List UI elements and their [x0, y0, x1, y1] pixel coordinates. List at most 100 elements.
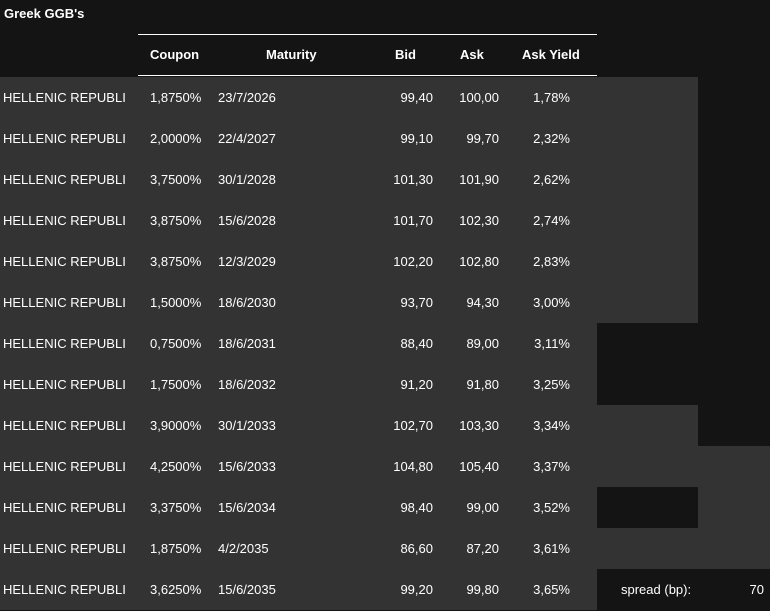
maturity-cell[interactable]: 23/7/2026	[218, 77, 276, 118]
bond-name-cell[interactable]: HELLENIC REPUBLI	[3, 364, 131, 405]
bid-cell[interactable]: 86,60	[400, 528, 433, 569]
bond-name-cell[interactable]: HELLENIC REPUBLI	[3, 282, 131, 323]
table-row: HELLENIC REPUBLI 0,7500% 18/6/2031 88,40 89,…	[0, 323, 770, 364]
ask-cell[interactable]: 99,80	[466, 569, 499, 610]
ask-cell[interactable]: 101,90	[459, 159, 499, 200]
ask-yield-cell[interactable]: 1,78%	[533, 77, 570, 118]
bid-cell[interactable]: 99,10	[400, 118, 433, 159]
ask-yield-cell[interactable]: 3,37%	[533, 446, 570, 487]
bond-name-cell[interactable]: HELLENIC REPUBLI	[3, 528, 131, 569]
ask-yield-cell[interactable]: 3,61%	[533, 528, 570, 569]
bond-name-cell[interactable]: HELLENIC REPUBLI	[3, 487, 131, 528]
header-ask-yield[interactable]: Ask Yield	[522, 47, 580, 62]
bond-name-cell[interactable]: HELLENIC REPUBLI	[3, 200, 131, 241]
coupon-cell[interactable]: 1,5000%	[150, 282, 201, 323]
ask-cell[interactable]: 89,00	[466, 323, 499, 364]
bid-cell[interactable]: 98,40	[400, 487, 433, 528]
coupon-cell[interactable]: 3,8750%	[150, 241, 201, 282]
ask-yield-cell[interactable]: 2,83%	[533, 241, 570, 282]
ask-cell[interactable]: 105,40	[459, 446, 499, 487]
bid-cell[interactable]: 102,70	[393, 405, 433, 446]
cell-fill	[597, 118, 698, 159]
maturity-cell[interactable]: 18/6/2031	[218, 323, 276, 364]
bid-cell[interactable]: 104,80	[393, 446, 433, 487]
bid-cell[interactable]: 99,20	[400, 569, 433, 610]
header-maturity[interactable]: Maturity	[266, 47, 317, 62]
maturity-cell[interactable]: 18/6/2032	[218, 364, 276, 405]
bid-cell[interactable]: 91,20	[400, 364, 433, 405]
maturity-cell[interactable]: 4/2/2035	[218, 528, 269, 569]
bond-name-cell[interactable]: HELLENIC REPUBLI	[3, 569, 131, 610]
coupon-cell[interactable]: 1,8750%	[150, 528, 201, 569]
ask-yield-cell[interactable]: 3,25%	[533, 364, 570, 405]
bid-cell[interactable]: 102,20	[393, 241, 433, 282]
ask-cell[interactable]: 99,00	[466, 487, 499, 528]
cell-fill	[597, 528, 770, 569]
maturity-cell[interactable]: 30/1/2033	[218, 405, 276, 446]
spread-label: spread (bp):	[621, 582, 692, 597]
bond-name-cell[interactable]: HELLENIC REPUBLI	[3, 77, 131, 118]
coupon-cell[interactable]: 2,0000%	[150, 118, 201, 159]
bond-name-cell[interactable]: HELLENIC REPUBLI	[3, 323, 131, 364]
table-row: HELLENIC REPUBLI 3,8750% 12/3/2029 102,20 10…	[0, 241, 770, 282]
ask-yield-cell[interactable]: 2,74%	[533, 200, 570, 241]
bond-name-cell[interactable]: HELLENIC REPUBLI	[3, 241, 131, 282]
header-coupon[interactable]: Coupon	[150, 47, 199, 62]
coupon-cell[interactable]: 3,6250%	[150, 569, 201, 610]
table-row: HELLENIC REPUBLI 3,6250% 15/6/2035 99,20 99,…	[0, 569, 770, 610]
coupon-cell[interactable]: 3,8750%	[150, 200, 201, 241]
maturity-cell[interactable]: 15/6/2028	[218, 200, 276, 241]
bond-name-cell[interactable]: HELLENIC REPUBLI	[3, 159, 131, 200]
ask-cell[interactable]: 99,70	[466, 118, 499, 159]
sheet-title: Greek GGB's	[4, 6, 85, 21]
ask-yield-cell[interactable]: 3,11%	[534, 323, 570, 364]
cell-fill	[597, 200, 698, 241]
table-row: HELLENIC REPUBLI 3,7500% 30/1/2028 101,30 10…	[0, 159, 770, 200]
bid-cell[interactable]: 93,70	[400, 282, 433, 323]
ask-cell[interactable]: 87,20	[466, 528, 499, 569]
maturity-cell[interactable]: 30/1/2028	[218, 159, 276, 200]
ask-cell[interactable]: 102,80	[459, 241, 499, 282]
table-row: HELLENIC REPUBLI 1,7500% 18/6/2032 91,20 91,…	[0, 364, 770, 405]
bid-cell[interactable]: 101,70	[393, 200, 433, 241]
ask-yield-cell[interactable]: 3,52%	[533, 487, 570, 528]
ask-yield-cell[interactable]: 2,62%	[533, 159, 570, 200]
coupon-cell[interactable]: 3,3750%	[150, 487, 201, 528]
table-header: Coupon Maturity Bid Ask Ask Yield	[138, 34, 597, 76]
ask-yield-cell[interactable]: 3,65%	[533, 569, 570, 610]
ask-yield-cell[interactable]: 3,00%	[533, 282, 570, 323]
bid-cell[interactable]: 99,40	[400, 77, 433, 118]
bond-name-cell[interactable]: HELLENIC REPUBLI	[3, 405, 131, 446]
bid-cell[interactable]: 88,40	[400, 323, 433, 364]
cell-fill	[597, 241, 698, 282]
bond-name-cell[interactable]: HELLENIC REPUBLI	[3, 446, 131, 487]
maturity-cell[interactable]: 18/6/2030	[218, 282, 276, 323]
table-row: HELLENIC REPUBLI 2,0000% 22/4/2027 99,10 99,…	[0, 118, 770, 159]
ask-cell[interactable]: 100,00	[459, 77, 499, 118]
table-row: HELLENIC REPUBLI 1,8750% 23/7/2026 99,40 100…	[0, 77, 770, 118]
ask-cell[interactable]: 94,30	[466, 282, 499, 323]
maturity-cell[interactable]: 15/6/2034	[218, 487, 276, 528]
cell-fill	[597, 77, 698, 118]
bid-cell[interactable]: 101,30	[393, 159, 433, 200]
coupon-cell[interactable]: 3,9000%	[150, 405, 201, 446]
ask-cell[interactable]: 91,80	[466, 364, 499, 405]
maturity-cell[interactable]: 15/6/2033	[218, 446, 276, 487]
coupon-cell[interactable]: 1,8750%	[150, 77, 201, 118]
ask-cell[interactable]: 103,30	[459, 405, 499, 446]
ask-yield-cell[interactable]: 3,34%	[533, 405, 570, 446]
coupon-cell[interactable]: 0,7500%	[150, 323, 201, 364]
bond-name-cell[interactable]: HELLENIC REPUBLI	[3, 118, 131, 159]
header-ask[interactable]: Ask	[460, 47, 484, 62]
table-row: HELLENIC REPUBLI 4,2500% 15/6/2033 104,80 10…	[0, 446, 770, 487]
maturity-cell[interactable]: 22/4/2027	[218, 118, 276, 159]
maturity-cell[interactable]: 15/6/2035	[218, 569, 276, 610]
ask-yield-cell[interactable]: 2,32%	[533, 118, 570, 159]
ask-cell[interactable]: 102,30	[459, 200, 499, 241]
header-bid[interactable]: Bid	[395, 47, 416, 62]
coupon-cell[interactable]: 1,7500%	[150, 364, 201, 405]
coupon-cell[interactable]: 4,2500%	[150, 446, 201, 487]
coupon-cell[interactable]: 3,7500%	[150, 159, 201, 200]
spread-value[interactable]: 70	[750, 569, 764, 610]
maturity-cell[interactable]: 12/3/2029	[218, 241, 276, 282]
